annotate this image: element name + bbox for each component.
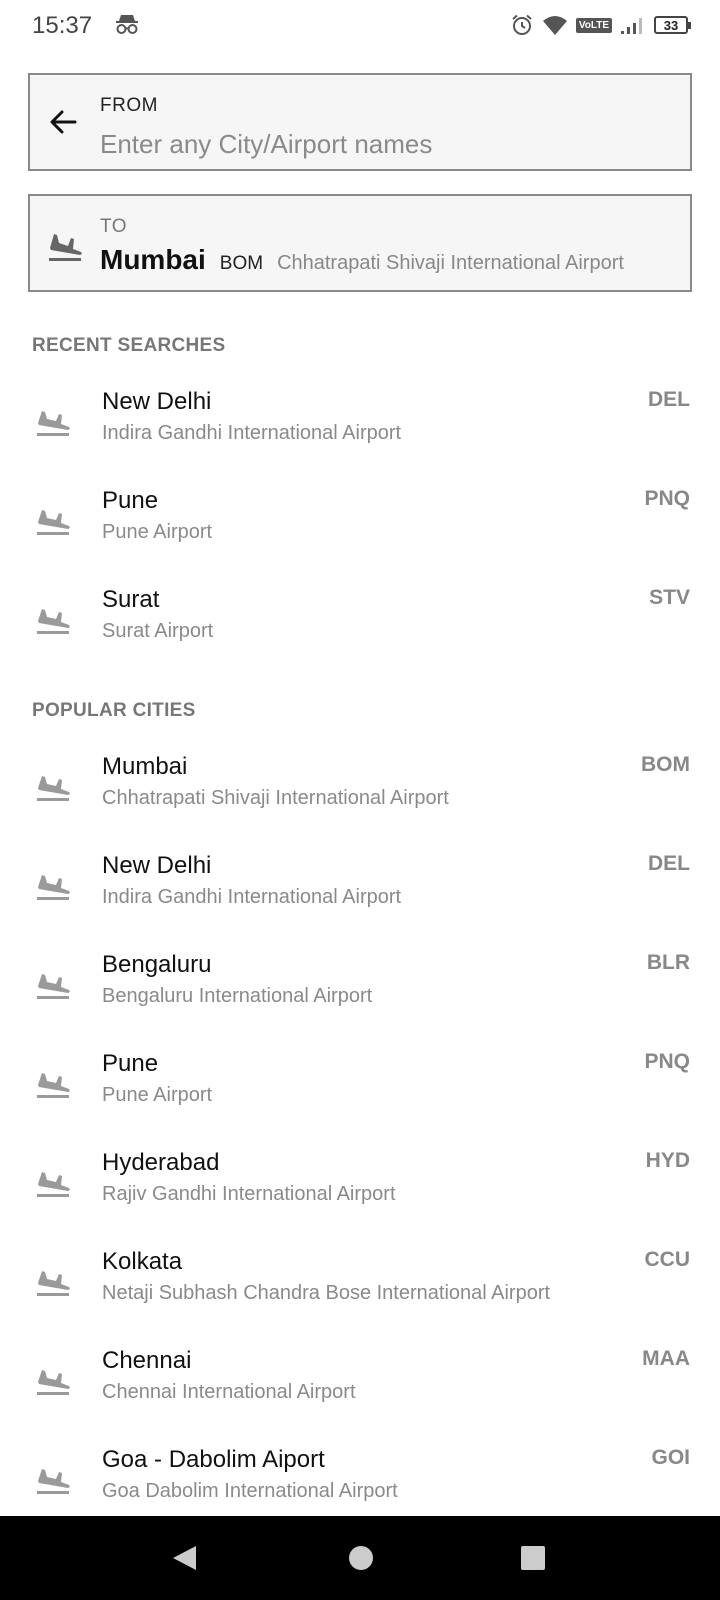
recents-icon — [521, 1546, 545, 1570]
item-city: New Delhi — [102, 852, 212, 879]
recent-searches-title: RECENT SEARCHES — [32, 335, 226, 356]
item-airport: Indira Gandhi International Airport — [102, 886, 402, 908]
item-airport: Indira Gandhi International Airport — [102, 422, 402, 444]
nav-back-button[interactable] — [166, 1540, 202, 1576]
list-item[interactable]: New Delhi Indira Gandhi International Air… — [0, 839, 720, 938]
plane-icon — [37, 1370, 70, 1395]
to-airport-code: BOM — [219, 253, 264, 274]
arrow-back-icon — [50, 110, 77, 134]
to-label: TO — [100, 216, 128, 237]
list-item[interactable]: Bengaluru Bengaluru International Airport… — [0, 938, 720, 1037]
item-airport: Rajiv Gandhi International Airport — [102, 1183, 396, 1205]
back-button[interactable] — [44, 103, 82, 141]
signal-icon — [621, 18, 642, 34]
status-bar: 15:37 VoLTE 33 — [0, 0, 720, 50]
item-city: Kolkata — [102, 1248, 183, 1275]
status-time: 15:37 — [32, 12, 93, 39]
list-item[interactable]: Surat Surat Airport STV — [0, 573, 720, 672]
list-item[interactable]: Mumbai Chhatrapati Shivaji International … — [0, 740, 720, 839]
item-city: Goa - Dabolim Aiport — [102, 1446, 325, 1473]
status-icons: VoLTE 33 — [510, 12, 691, 38]
from-input[interactable] — [100, 125, 670, 163]
item-airport: Pune Airport — [102, 521, 213, 543]
item-airport: Surat Airport — [102, 620, 214, 642]
incognito-icon — [116, 15, 138, 34]
battery-icon: 33 — [654, 16, 691, 34]
to-field[interactable]: TO Mumbai BOM Chhatrapati Shivaji Intern… — [28, 194, 692, 292]
volte-icon: VoLTE — [575, 17, 612, 33]
plane-icon — [37, 1073, 70, 1098]
item-city: New Delhi — [102, 388, 212, 415]
item-city: Surat — [102, 586, 160, 613]
alarm-icon — [512, 14, 532, 35]
list-item[interactable]: Kolkata Netaji Subhash Chandra Bose Inter… — [0, 1235, 720, 1334]
item-airport: Chhatrapati Shivaji International Airpor… — [102, 787, 449, 809]
battery-level: 33 — [663, 17, 679, 33]
item-airport: Bengaluru International Airport — [102, 985, 373, 1007]
plane-icon — [37, 1271, 70, 1296]
nav-recents-button[interactable] — [515, 1540, 551, 1576]
item-code: HYD — [645, 1149, 690, 1172]
item-code: STV — [649, 586, 690, 609]
list-item[interactable]: Pune Pune Airport PNQ — [0, 1037, 720, 1136]
navigation-bar — [0, 1516, 720, 1600]
nav-home-button[interactable] — [343, 1540, 379, 1576]
item-code: CCU — [644, 1248, 691, 1271]
plane-icon — [37, 1172, 70, 1197]
recent-searches-list: New Delhi Indira Gandhi International Air… — [0, 375, 720, 672]
item-airport: Pune Airport — [102, 1084, 213, 1106]
popular-cities-title: POPULAR CITIES — [32, 700, 196, 721]
item-code: BOM — [641, 753, 690, 776]
plane-icon — [37, 875, 70, 900]
item-code: GOI — [651, 1446, 690, 1469]
to-selection[interactable]: Mumbai BOM Chhatrapati Shivaji Internati… — [100, 244, 624, 276]
item-code: PNQ — [644, 487, 690, 510]
item-city: Hyderabad — [102, 1149, 220, 1176]
from-label: FROM — [100, 95, 158, 116]
plane-icon — [37, 974, 70, 999]
back-icon — [173, 1546, 196, 1570]
item-code: DEL — [648, 852, 690, 875]
item-airport: Goa Dabolim International Airport — [102, 1480, 398, 1502]
plane-icon — [37, 510, 70, 535]
item-code: DEL — [648, 388, 690, 411]
plane-landing-icon — [49, 234, 82, 261]
popular-cities-list: Mumbai Chhatrapati Shivaji International … — [0, 740, 720, 1532]
list-item[interactable]: Chennai Chennai International Airport MAA — [0, 1334, 720, 1433]
to-city: Mumbai — [100, 244, 206, 275]
wifi-icon — [542, 16, 567, 35]
item-airport: Netaji Subhash Chandra Bose Internationa… — [102, 1282, 551, 1304]
home-icon — [349, 1546, 373, 1570]
item-airport: Chennai International Airport — [102, 1381, 356, 1403]
item-code: MAA — [642, 1347, 690, 1370]
item-code: PNQ — [644, 1050, 690, 1073]
item-city: Chennai — [102, 1347, 192, 1374]
plane-icon — [37, 609, 70, 634]
item-city: Pune — [102, 1050, 159, 1077]
item-code: BLR — [646, 951, 690, 974]
plane-icon — [37, 1469, 70, 1494]
item-city: Pune — [102, 487, 159, 514]
from-field[interactable]: FROM — [28, 73, 692, 171]
list-item[interactable]: Hyderabad Rajiv Gandhi International Airp… — [0, 1136, 720, 1235]
list-item[interactable]: Pune Pune Airport PNQ — [0, 474, 720, 573]
list-item[interactable]: New Delhi Indira Gandhi International Air… — [0, 375, 720, 474]
item-city: Bengaluru — [102, 951, 212, 978]
plane-icon — [37, 776, 70, 801]
item-city: Mumbai — [102, 753, 188, 780]
plane-icon — [37, 411, 70, 436]
to-airport-name: Chhatrapati Shivaji International Airpor… — [277, 252, 624, 274]
